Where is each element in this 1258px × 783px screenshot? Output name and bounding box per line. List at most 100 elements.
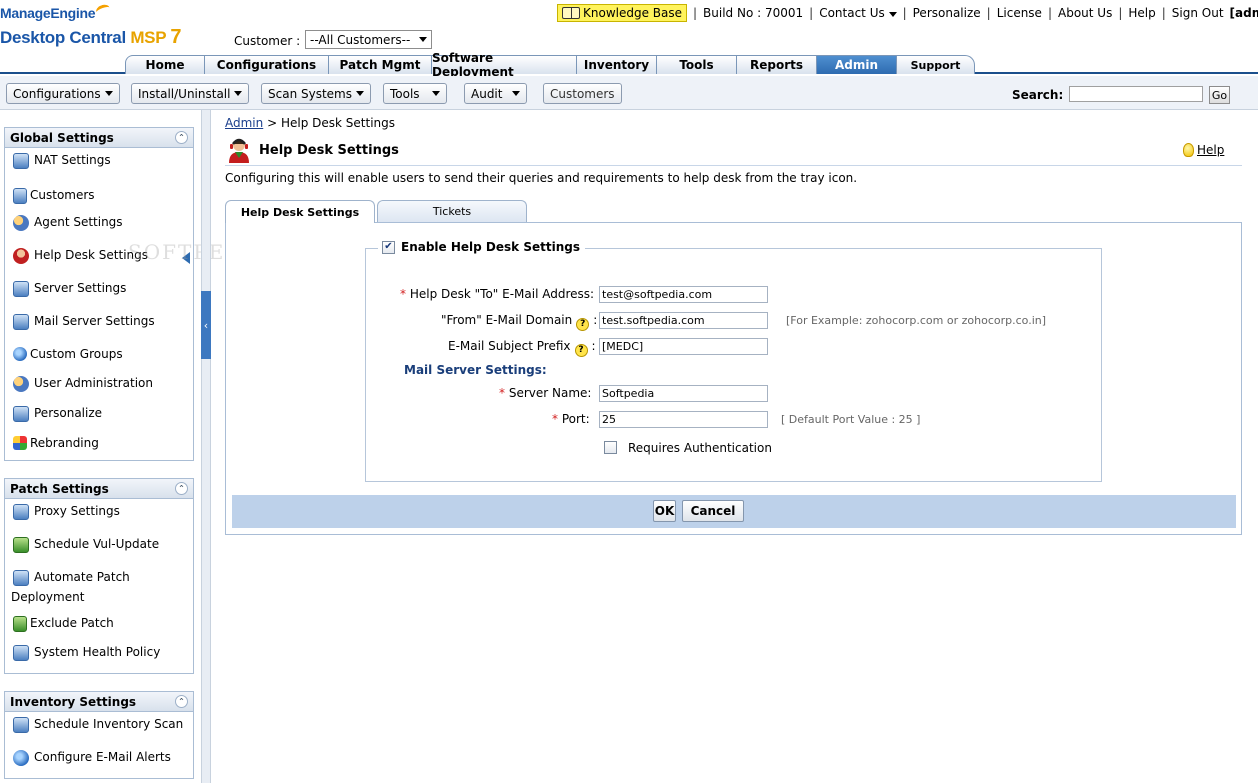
patch-settings-header[interactable]: Patch Settings ⌃ [5, 479, 193, 499]
sidebar-item-automate-patch[interactable]: Automate Patch [13, 570, 130, 586]
sidebar-item-user-administration[interactable]: User Administration [13, 376, 153, 392]
global-settings-header[interactable]: Global Settings ⌃ [5, 128, 193, 148]
exclude-patch-icon [13, 616, 27, 632]
install-uninstall-menu[interactable]: Install/Uninstall [131, 83, 250, 104]
sidebar-item-configure-email-alerts[interactable]: Configure E-Mail Alerts [13, 750, 171, 766]
enable-help-desk-legend: ✔ Enable Help Desk Settings [378, 240, 585, 254]
personalize-icon [13, 406, 29, 422]
sidebar-item-exclude-patch[interactable]: Exclude Patch [13, 616, 114, 632]
schedule-update-icon [13, 537, 29, 553]
breadcrumb-admin-link[interactable]: Admin [225, 116, 263, 130]
sidebar-item-proxy-settings[interactable]: Proxy Settings [13, 504, 120, 520]
nat-icon [13, 153, 29, 169]
port-input[interactable]: 25 [599, 411, 768, 428]
tab-configurations[interactable]: Configurations [205, 55, 329, 74]
subject-prefix-input[interactable]: [MEDC] [599, 338, 768, 355]
knowledge-base-link[interactable]: Knowledge Base [557, 4, 687, 22]
collapse-sidebar-handle[interactable]: ‹ [201, 291, 211, 359]
search-label: Search: [1012, 88, 1064, 102]
breadcrumb: Admin > Help Desk Settings [225, 116, 395, 130]
tab-reports[interactable]: Reports [737, 55, 817, 74]
requires-auth-checkbox[interactable] [604, 441, 617, 454]
contact-us-link[interactable]: Contact Us [819, 6, 897, 20]
to-email-label: * Help Desk "To" E-Mail Address: [400, 287, 595, 301]
sidebar-item-automate-patch-line2[interactable]: Deployment [11, 590, 84, 604]
about-us-link[interactable]: About Us [1058, 6, 1112, 20]
audit-menu[interactable]: Audit [464, 83, 527, 104]
help-link[interactable]: Help [1183, 143, 1224, 157]
license-link[interactable]: License [997, 6, 1042, 20]
chevron-down-icon [432, 91, 440, 96]
page-title: Help Desk Settings [259, 143, 399, 158]
automate-patch-icon [13, 570, 29, 586]
custom-groups-icon [13, 347, 27, 361]
from-domain-label: "From" E-Mail Domain?: [441, 313, 598, 331]
top-links: Knowledge Base | Build No : 70001 | Contac… [557, 4, 1258, 22]
user-admin-icon [13, 376, 29, 392]
sidebar-item-agent-settings[interactable]: Agent Settings [13, 215, 123, 231]
customers-button[interactable]: Customers [543, 83, 622, 104]
logo-brand: ManageEngine [0, 2, 112, 21]
health-policy-icon [13, 645, 29, 661]
page-description: Configuring this will enable users to se… [225, 171, 858, 185]
sidebar-item-customers[interactable]: Customers [13, 188, 95, 204]
mail-server-icon [13, 314, 29, 330]
collapse-icon[interactable]: ⌃ [175, 695, 188, 708]
sidebar-item-schedule-inventory-scan[interactable]: Schedule Inventory Scan [13, 717, 183, 733]
tab-inventory[interactable]: Inventory [577, 55, 657, 74]
tab-tickets[interactable]: Tickets [377, 200, 527, 222]
sidebar-item-mail-server-settings[interactable]: Mail Server Settings [13, 314, 155, 330]
inventory-settings-header[interactable]: Inventory Settings ⌃ [5, 692, 193, 712]
sidebar-splitter[interactable] [201, 110, 211, 783]
port-hint: [ Default Port Value : 25 ] [781, 413, 921, 426]
customers-icon [13, 188, 27, 204]
server-name-input[interactable]: Softpedia [599, 385, 768, 402]
lightbulb-icon [1183, 143, 1194, 157]
tab-support[interactable]: Support [897, 55, 975, 74]
collapse-icon[interactable]: ⌃ [175, 482, 188, 495]
tab-patch-mgmt[interactable]: Patch Mgmt [329, 55, 432, 74]
search-input[interactable] [1069, 86, 1203, 102]
title-divider [225, 165, 1242, 166]
sidebar-item-personalize[interactable]: Personalize [13, 406, 102, 422]
inventory-scan-icon [13, 717, 29, 733]
tab-home[interactable]: Home [125, 55, 205, 74]
sidebar-item-server-settings[interactable]: Server Settings [13, 281, 126, 297]
sidebar-item-system-health-policy[interactable]: System Health Policy [13, 645, 160, 661]
tab-tools[interactable]: Tools [657, 55, 737, 74]
current-user: [admin] [1229, 6, 1258, 20]
question-icon[interactable]: ? [576, 317, 590, 331]
customer-select[interactable]: --All Customers-- [305, 30, 432, 49]
sidebar-item-nat-settings[interactable]: NAT Settings [13, 153, 111, 169]
sidebar-item-custom-groups[interactable]: Custom Groups [13, 347, 123, 361]
subject-prefix-label: E-Mail Subject Prefix?: [448, 339, 596, 357]
agent-icon [13, 215, 29, 231]
tab-software-deployment[interactable]: Software Deployment [432, 51, 577, 79]
ok-button[interactable]: OK [653, 500, 676, 522]
chevron-down-icon [356, 91, 364, 96]
help-desk-agent-icon [229, 138, 249, 163]
from-domain-input[interactable]: test.softpedia.com [599, 312, 768, 329]
go-button[interactable]: Go [1209, 86, 1230, 104]
mail-server-heading: Mail Server Settings: [404, 363, 547, 377]
main-tabs: Home Configurations Patch Mgmt Software … [125, 51, 975, 79]
collapse-icon[interactable]: ⌃ [175, 131, 188, 144]
email-alerts-icon [13, 750, 29, 766]
configurations-menu[interactable]: Configurations [6, 83, 120, 104]
help-desk-icon [13, 248, 29, 264]
tab-admin[interactable]: Admin [817, 55, 897, 74]
sidebar-item-rebranding[interactable]: Rebranding [13, 436, 99, 450]
question-icon[interactable]: ? [574, 343, 588, 357]
tools-menu[interactable]: Tools [383, 83, 447, 104]
scan-systems-menu[interactable]: Scan Systems [261, 83, 371, 104]
cancel-button[interactable]: Cancel [682, 500, 744, 522]
personalize-link[interactable]: Personalize [913, 6, 981, 20]
tab-help-desk-settings[interactable]: Help Desk Settings [225, 200, 375, 223]
server-name-label: * Server Name: [499, 386, 592, 400]
to-email-input[interactable]: test@softpedia.com [599, 286, 768, 303]
sign-out-link[interactable]: Sign Out [1172, 6, 1224, 20]
enable-help-desk-checkbox[interactable]: ✔ [382, 240, 395, 254]
chevron-down-icon [104, 91, 113, 96]
help-link-top[interactable]: Help [1128, 6, 1155, 20]
sidebar-item-schedule-vul-update[interactable]: Schedule Vul-Update [13, 537, 159, 553]
